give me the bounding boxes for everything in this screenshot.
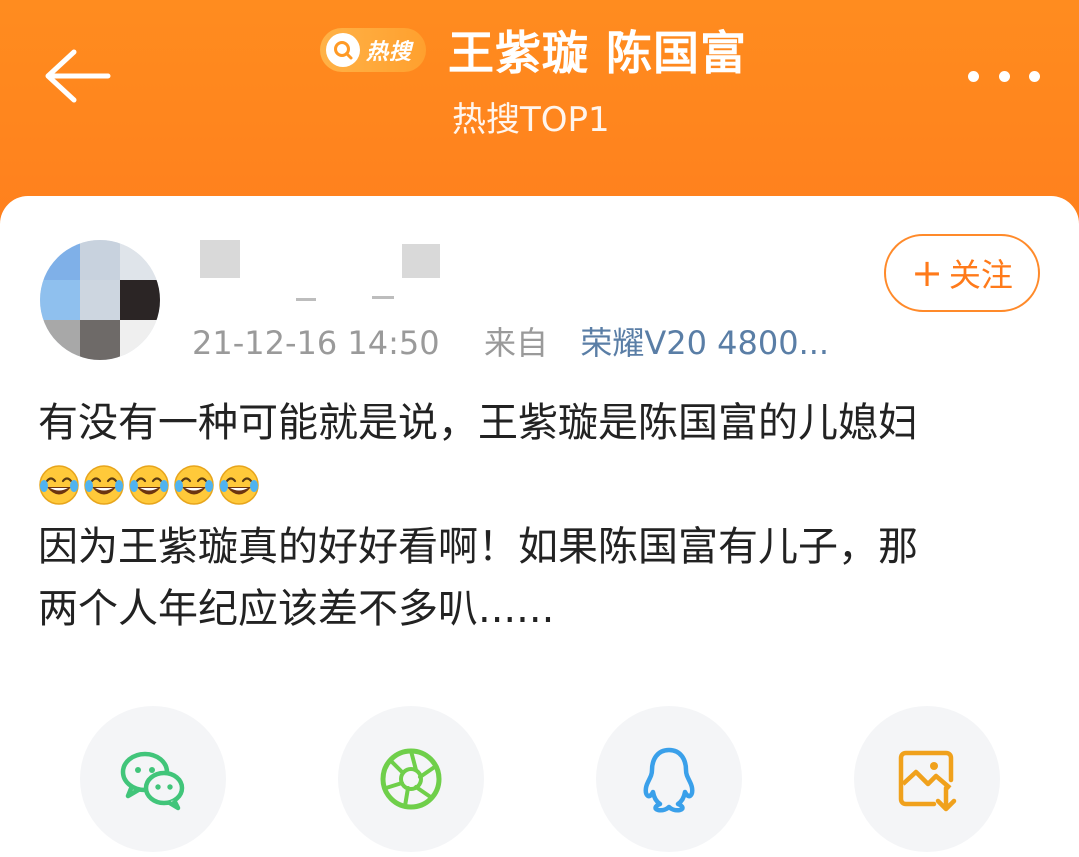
share-qq-button[interactable] — [596, 706, 742, 852]
laughing-tears-emoji — [129, 465, 169, 505]
emoji-row — [38, 454, 1048, 516]
laughing-tears-emoji — [174, 465, 214, 505]
more-dots-icon — [968, 70, 979, 82]
laughing-tears-emoji — [84, 465, 124, 505]
laughing-tears-emoji — [39, 465, 79, 505]
qq-icon — [643, 747, 695, 813]
save-image-button[interactable] — [854, 706, 1000, 852]
more-dots-icon — [998, 70, 1010, 82]
post-timestamp: 21-12-16 14:50 — [192, 324, 440, 362]
post-text-line: 因为王紫璇真的好好看啊！如果陈国富有儿子，那 — [38, 524, 918, 570]
plus-icon: + — [911, 251, 943, 295]
back-button[interactable] — [40, 44, 112, 108]
follow-label: 关注 — [948, 256, 1013, 294]
title-row: 热搜 王紫璇 陈国富 — [320, 20, 747, 80]
page-subtitle: 热搜TOP1 — [452, 100, 610, 140]
save-image-icon — [898, 750, 957, 812]
hot-search-badge: 热搜 — [320, 28, 427, 72]
follow-button[interactable]: + 关注 — [884, 234, 1040, 312]
post-text-line: 有没有一种可能就是说，王紫璇是陈国富的儿媳妇 — [38, 400, 918, 446]
more-dots-icon — [1029, 70, 1040, 82]
laughing-tears-emoji — [219, 465, 259, 505]
avatar[interactable] — [40, 240, 160, 360]
share-wechat-button[interactable] — [80, 706, 226, 852]
wechat-icon — [120, 751, 185, 811]
more-options-button[interactable] — [968, 62, 1040, 90]
back-arrow-icon — [45, 49, 111, 103]
share-moments-button[interactable] — [338, 706, 484, 852]
username-redacted[interactable] — [196, 238, 456, 308]
search-icon — [326, 33, 360, 67]
hot-search-header: 热搜 王紫璇 陈国富 热搜TOP1 — [0, 0, 1079, 210]
post-meta: 21-12-16 14:50 来自 荣耀V20 4800... — [192, 318, 829, 364]
moments-icon — [380, 748, 442, 810]
badge-label: 热搜 — [366, 40, 413, 65]
source-device-link[interactable]: 荣耀V20 4800... — [580, 324, 829, 362]
source-prefix: 来自 — [483, 324, 548, 362]
post-body: 有没有一种可能就是说，王紫璇是陈国富的儿媳妇 因为王紫璇真的好好看啊！如果陈国富… — [38, 392, 1048, 640]
weibo-post-screen: 热搜 王紫璇 陈国富 热搜TOP1 21-12-16 14:50 来自 荣耀V2… — [0, 0, 1079, 857]
page-title: 王紫璇 陈国富 — [448, 26, 748, 80]
post-text-line: 两个人年纪应该差不多叭...... — [38, 586, 555, 632]
share-bar — [0, 706, 1079, 856]
post-card: 21-12-16 14:50 来自 荣耀V20 4800... + 关注 有没有… — [0, 196, 1079, 857]
